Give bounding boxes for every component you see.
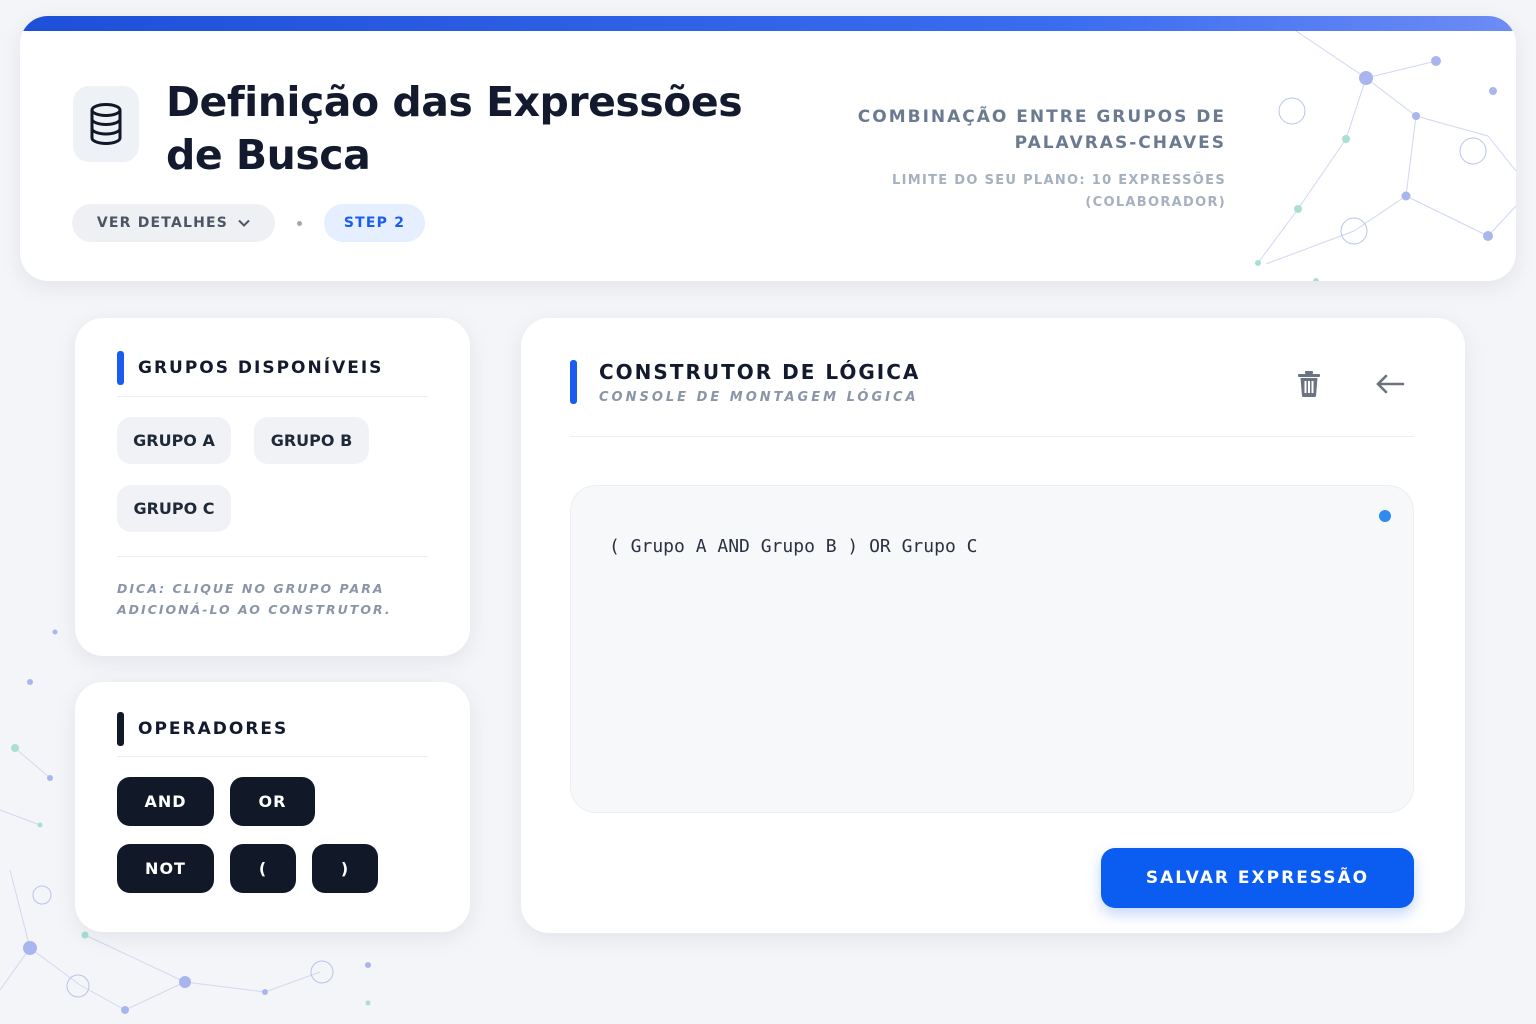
- operator-close-paren-button[interactable]: ): [312, 844, 378, 893]
- clear-expression-button[interactable]: [1288, 363, 1330, 405]
- save-expression-button[interactable]: SALVAR EXPRESSÃO: [1101, 848, 1414, 908]
- group-chip-a[interactable]: GRUPO A: [117, 417, 231, 464]
- builder-subtitle: CONSOLE DE MONTAGEM LÓGICA: [599, 390, 919, 405]
- header-network-decoration: [1255, 31, 1516, 281]
- operators-title: OPERADORES: [138, 719, 289, 739]
- header-card: Definição das Expressões de Busca VER DE…: [20, 16, 1516, 281]
- database-icon-container: [73, 86, 139, 162]
- groups-header: GRUPOS DISPONÍVEIS: [117, 351, 383, 385]
- database-icon: [90, 103, 122, 146]
- operators-divider: [117, 756, 428, 757]
- builder-header-bar: [570, 360, 577, 404]
- builder-divider: [570, 436, 1414, 437]
- console-status-dot: [1379, 510, 1391, 522]
- group-chip-b[interactable]: GRUPO B: [254, 417, 369, 464]
- trash-icon: [1298, 371, 1320, 397]
- header-accent-bar: [20, 16, 1516, 31]
- arrow-left-icon: [1376, 374, 1405, 394]
- page-title: Definição das Expressões de Busca: [166, 78, 743, 179]
- separator-dot: [297, 221, 302, 226]
- operator-or-button[interactable]: OR: [230, 777, 315, 826]
- groups-divider-bottom: [117, 556, 428, 557]
- logic-builder-card: CONSTRUTOR DE LÓGICA CONSOLE DE MONTAGEM…: [521, 318, 1465, 933]
- builder-header: CONSTRUTOR DE LÓGICA CONSOLE DE MONTAGEM…: [570, 360, 920, 405]
- chevron-down-icon: [238, 219, 250, 227]
- view-details-label: VER DETALHES: [96, 215, 229, 231]
- plan-limit-text: LIMITE DO SEU PLANO: 10 EXPRESSÕES (COLA…: [892, 173, 1226, 210]
- operators-header: OPERADORES: [117, 712, 288, 746]
- operator-and-button[interactable]: AND: [117, 777, 214, 826]
- view-details-button[interactable]: VER DETALHES: [72, 204, 275, 242]
- groups-divider-top: [117, 396, 428, 397]
- available-groups-card: GRUPOS DISPONÍVEIS GRUPO A GRUPO B GRUPO…: [75, 318, 470, 656]
- operator-not-button[interactable]: NOT: [117, 844, 214, 893]
- back-button[interactable]: [1369, 363, 1411, 405]
- group-chip-c[interactable]: GRUPO C: [117, 485, 231, 532]
- step-badge: STEP 2: [324, 204, 425, 242]
- expression-text: ( Grupo A AND Grupo B ) OR Grupo C: [609, 536, 978, 557]
- operators-card: OPERADORES AND OR NOT ( ): [75, 682, 470, 932]
- groups-title: GRUPOS DISPONÍVEIS: [138, 358, 384, 378]
- groups-header-bar: [117, 351, 124, 385]
- header-info: COMBINAÇÃO ENTRE GRUPOS DE PALAVRAS-CHAV…: [806, 104, 1226, 214]
- builder-title: CONSTRUTOR DE LÓGICA: [599, 360, 921, 384]
- header-subtitle: COMBINAÇÃO ENTRE GRUPOS DE PALAVRAS-CHAV…: [857, 107, 1226, 153]
- groups-tip: DICA: CLIQUE NO GRUPO PARA ADICIONÁ-LO A…: [117, 581, 392, 617]
- expression-console[interactable]: ( Grupo A AND Grupo B ) OR Grupo C: [570, 485, 1414, 813]
- operators-header-bar: [117, 712, 124, 746]
- operator-open-paren-button[interactable]: (: [230, 844, 296, 893]
